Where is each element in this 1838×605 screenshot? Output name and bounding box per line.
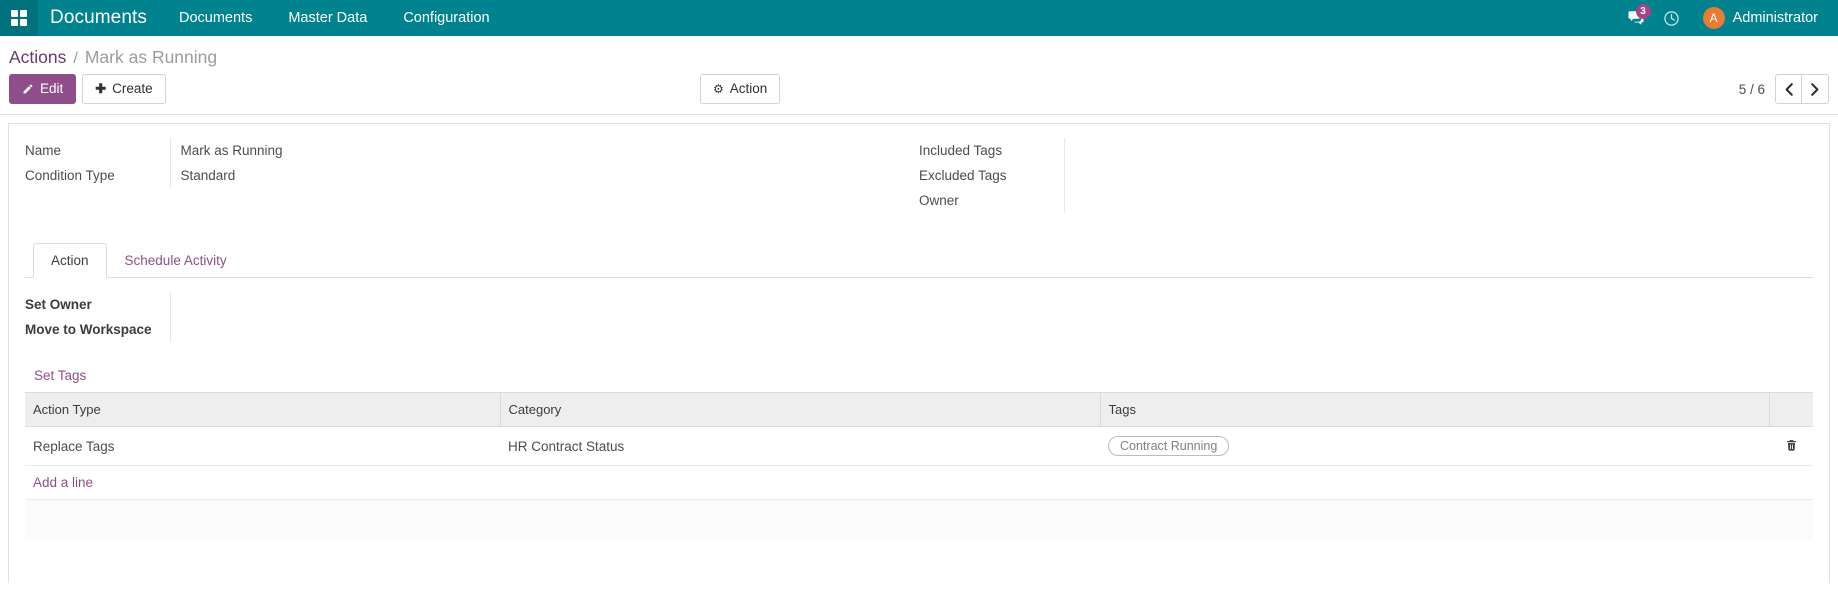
create-button-label: Create bbox=[112, 81, 153, 96]
edit-button[interactable]: Edit bbox=[9, 74, 77, 105]
tab-action[interactable]: Action bbox=[33, 243, 107, 279]
tag-badge-contract-running: Contract Running bbox=[1108, 436, 1230, 457]
top-navbar: Documents Documents Master Data Configur… bbox=[0, 0, 1838, 36]
control-panel: Actions / Mark as Running Edit ✚ Create … bbox=[0, 36, 1838, 116]
column-header-category[interactable]: Category bbox=[499, 392, 1100, 428]
field-row-condition-type: Condition Type Standard bbox=[25, 163, 895, 189]
field-row-name: Name Mark as Running bbox=[25, 138, 895, 164]
activities-button[interactable] bbox=[1655, 0, 1689, 36]
action-menu-label: Action bbox=[729, 81, 768, 96]
field-label-move-to-workspace: Move to Workspace bbox=[25, 322, 152, 338]
breadcrumb-separator: / bbox=[73, 50, 78, 67]
form-sheet-wrapper: Name Mark as Running Condition Type Stan… bbox=[0, 115, 1838, 584]
control-panel-buttons: Edit ✚ Create ⚙ Action 5 / 6 bbox=[0, 74, 1838, 114]
notebook: Action Schedule Activity Set Owner Move … bbox=[25, 243, 1813, 540]
breadcrumb-item-actions[interactable]: Actions bbox=[9, 47, 66, 68]
field-row-excluded-tags: Excluded Tags bbox=[919, 163, 1789, 189]
field-row-move-to-workspace: Move to Workspace bbox=[25, 317, 919, 343]
plus-icon: ✚ bbox=[95, 81, 107, 97]
table-row[interactable]: Replace Tags HR Contract Status Contract… bbox=[25, 426, 1813, 467]
field-label-name: Name bbox=[25, 143, 62, 159]
form-group-left: Name Mark as Running Condition Type Stan… bbox=[25, 138, 919, 213]
clock-icon bbox=[1664, 10, 1679, 26]
add-a-line-cell[interactable]: Add a line bbox=[25, 465, 1813, 501]
apps-grid-icon bbox=[11, 10, 27, 26]
gear-icon: ⚙ bbox=[713, 81, 724, 96]
column-header-action-type[interactable]: Action Type bbox=[25, 392, 500, 428]
table-filler-row bbox=[25, 499, 1813, 540]
table-filler-cell bbox=[25, 499, 1813, 540]
pager-previous-button[interactable] bbox=[1775, 74, 1802, 104]
set-tags-table: Action Type Category Tags Replace Tags H… bbox=[25, 392, 1813, 540]
app-brand-documents[interactable]: Documents bbox=[38, 0, 161, 36]
pencil-icon bbox=[23, 84, 33, 94]
user-menu[interactable]: A Administrator bbox=[1691, 0, 1824, 36]
action-menu-wrapper: ⚙ Action bbox=[700, 74, 781, 105]
field-value-excluded-tags[interactable] bbox=[1063, 163, 1789, 189]
messages-count-badge: 3 bbox=[1635, 4, 1651, 19]
cell-delete[interactable] bbox=[1769, 426, 1813, 467]
field-value-move-to-workspace[interactable] bbox=[169, 317, 919, 343]
breadcrumb-current-record: Mark as Running bbox=[84, 47, 218, 67]
field-label-excluded-tags: Excluded Tags bbox=[919, 168, 1007, 184]
set-tags-table-header: Action Type Category Tags bbox=[25, 392, 1813, 428]
form-group-right: Included Tags Excluded Tags Owner bbox=[919, 138, 1813, 214]
add-a-line-row[interactable]: Add a line bbox=[25, 465, 1813, 501]
column-header-tags[interactable]: Tags bbox=[1099, 392, 1769, 428]
apps-menu-button[interactable] bbox=[0, 0, 38, 36]
field-value-included-tags[interactable] bbox=[1063, 138, 1789, 164]
user-name-label: Administrator bbox=[1732, 10, 1818, 26]
cell-tags[interactable]: Contract Running bbox=[1100, 426, 1769, 467]
field-value-set-owner[interactable] bbox=[169, 292, 919, 318]
field-row-owner: Owner bbox=[919, 188, 1789, 214]
avatar: A bbox=[1702, 7, 1725, 29]
add-a-line-link[interactable]: Add a line bbox=[33, 475, 93, 490]
field-row-included-tags: Included Tags bbox=[919, 138, 1789, 164]
menu-item-configuration[interactable]: Configuration bbox=[385, 0, 507, 36]
field-label-set-owner: Set Owner bbox=[25, 297, 92, 313]
action-menu-button[interactable]: ⚙ Action bbox=[700, 74, 781, 105]
menu-item-master-data[interactable]: Master Data bbox=[270, 0, 385, 36]
notebook-tabs: Action Schedule Activity bbox=[25, 243, 1813, 279]
main-menu: Documents Master Data Configuration bbox=[161, 0, 508, 36]
cell-category[interactable]: HR Contract Status bbox=[500, 426, 1100, 467]
trash-icon[interactable] bbox=[1785, 438, 1798, 452]
set-tags-table-body: Replace Tags HR Contract Status Contract… bbox=[25, 426, 1813, 540]
field-label-condition-type: Condition Type bbox=[25, 168, 115, 184]
form-groups: Name Mark as Running Condition Type Stan… bbox=[25, 138, 1813, 214]
field-label-included-tags: Included Tags bbox=[919, 143, 1003, 159]
edit-button-label: Edit bbox=[40, 81, 64, 96]
cell-action-type[interactable]: Replace Tags bbox=[25, 426, 500, 467]
set-tags-section-title: Set Tags bbox=[34, 368, 87, 384]
pager-count: 5 / 6 bbox=[1738, 81, 1765, 97]
column-header-actions bbox=[1768, 392, 1813, 428]
field-value-condition-type[interactable]: Standard bbox=[169, 163, 895, 189]
pager-next-button[interactable] bbox=[1802, 74, 1829, 104]
field-label-owner: Owner bbox=[919, 193, 959, 209]
pager: 5 / 6 bbox=[1739, 74, 1829, 104]
breadcrumb: Actions / Mark as Running bbox=[0, 36, 1838, 74]
field-value-name[interactable]: Mark as Running bbox=[169, 138, 895, 164]
messages-button[interactable]: 3 bbox=[1619, 0, 1653, 36]
chevron-right-icon bbox=[1811, 82, 1819, 96]
field-row-set-owner: Set Owner bbox=[25, 292, 919, 318]
field-value-owner[interactable] bbox=[1063, 188, 1789, 214]
create-button[interactable]: ✚ Create bbox=[82, 74, 166, 105]
menu-item-documents[interactable]: Documents bbox=[161, 0, 270, 36]
chevron-left-icon bbox=[1785, 82, 1793, 96]
form-sheet: Name Mark as Running Condition Type Stan… bbox=[8, 123, 1830, 584]
tab-schedule-activity[interactable]: Schedule Activity bbox=[107, 243, 245, 278]
notebook-page-action: Set Owner Move to Workspace Set Tags Act… bbox=[25, 278, 1813, 540]
navbar-systray: 3 A Administrator bbox=[1619, 0, 1838, 36]
pager-buttons bbox=[1775, 74, 1829, 104]
